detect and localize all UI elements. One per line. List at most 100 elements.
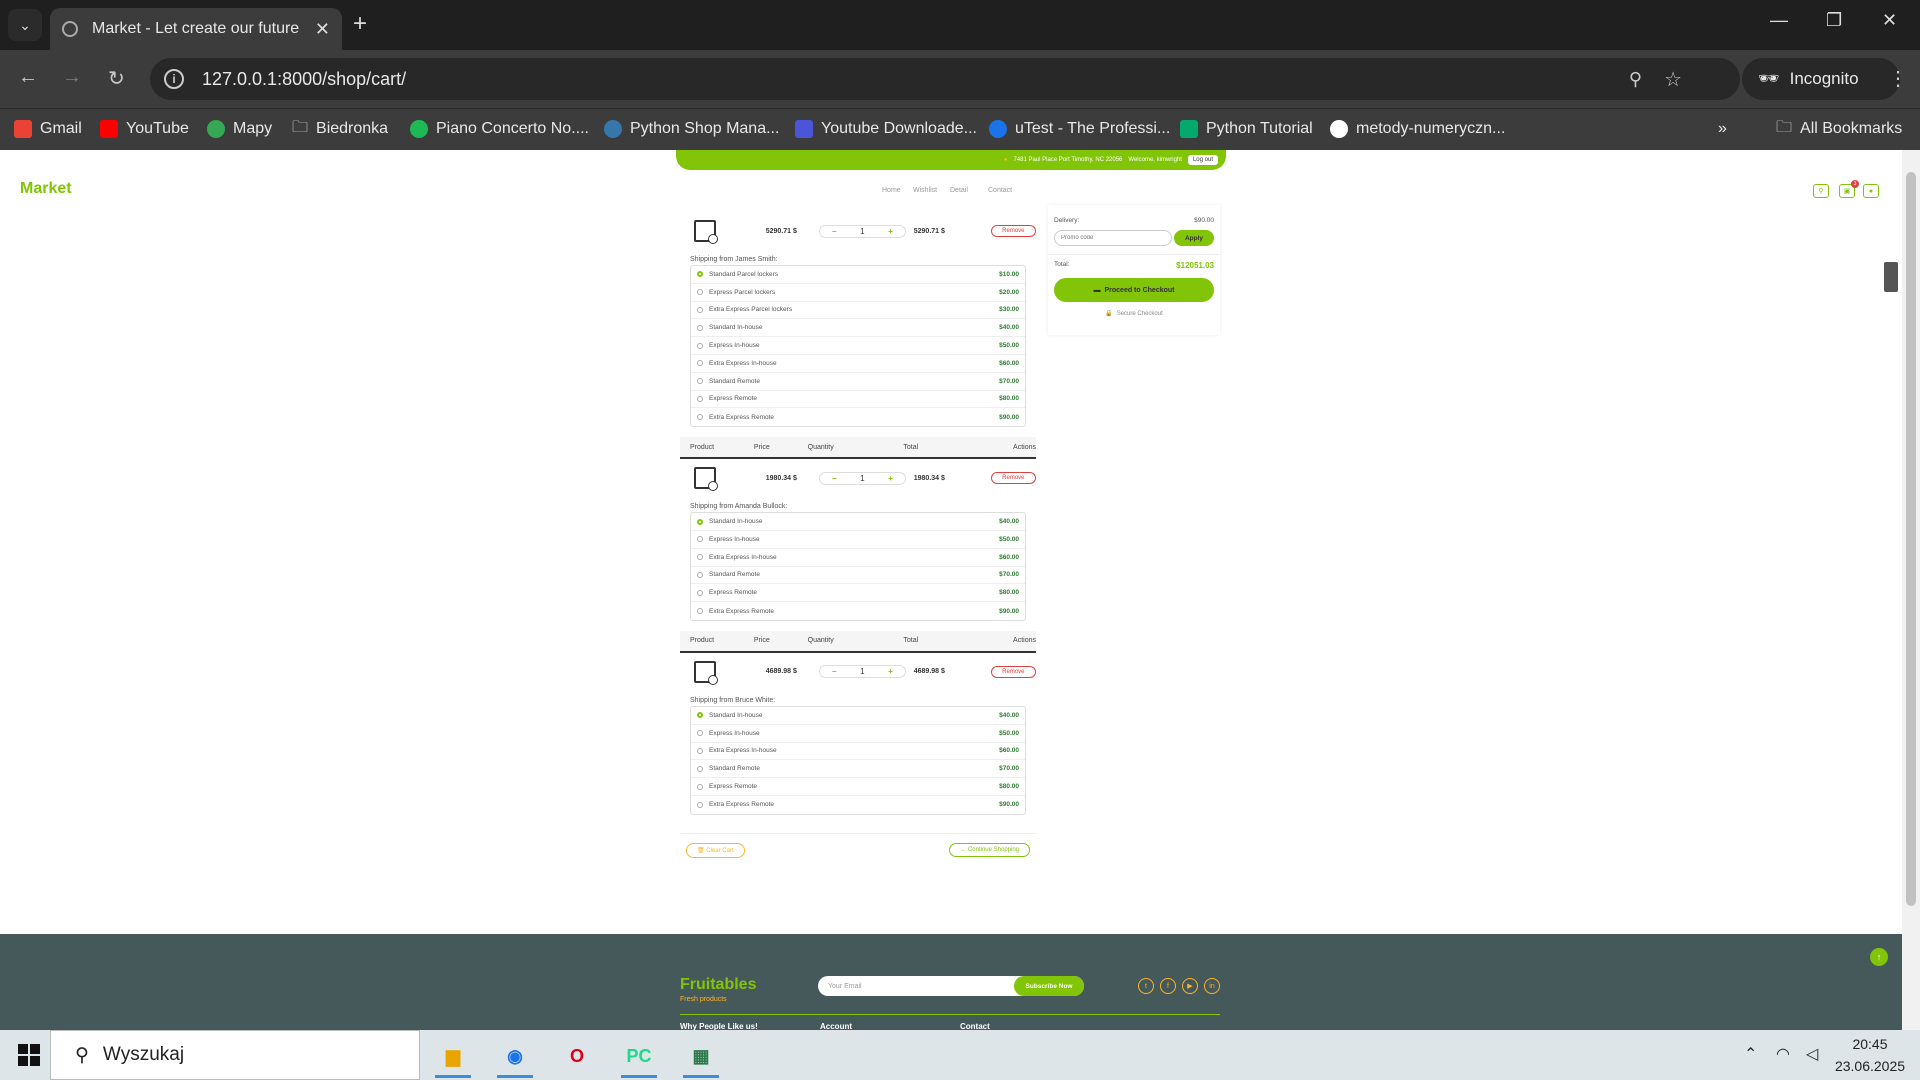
shipping-option[interactable]: Express In-house $50.00 — [691, 725, 1025, 743]
shipping-option[interactable]: Standard Remote $70.00 — [691, 373, 1025, 391]
back-icon[interactable]: ← — [18, 66, 38, 89]
nav-wishlist[interactable]: Wishlist — [913, 187, 937, 194]
bookmark-star-icon[interactable]: ☆ — [1664, 67, 1682, 92]
tab-active[interactable]: Market - Let create our future ✕ — [50, 8, 342, 50]
radio-button[interactable] — [697, 360, 703, 367]
radio-button[interactable] — [697, 414, 703, 421]
promo-code-input[interactable] — [1054, 230, 1172, 246]
bookmark-piano[interactable]: Piano Concerto No.... — [410, 116, 589, 142]
radio-button[interactable] — [697, 271, 703, 278]
spreadsheet-icon[interactable]: ▦ — [680, 1036, 722, 1078]
minus-icon[interactable]: − — [832, 667, 837, 676]
restore-button[interactable]: ❐ — [1826, 10, 1842, 31]
bookmark-utest[interactable]: uTest - The Professi... — [989, 116, 1170, 142]
plus-icon[interactable]: + — [888, 227, 893, 236]
radio-button[interactable] — [697, 306, 703, 313]
shipping-option[interactable]: Extra Express In-house $60.00 — [691, 743, 1025, 761]
radio-button[interactable] — [697, 342, 703, 349]
shipping-option[interactable]: Extra Express Remote $90.00 — [691, 602, 1025, 620]
menu-icon[interactable]: ⋮ — [1888, 66, 1908, 91]
bookmark-metody[interactable]: metody-numeryczn... — [1330, 116, 1505, 142]
bookmark-youtube-downloader[interactable]: Youtube Downloade... — [795, 116, 977, 142]
volume-icon[interactable]: ◁ — [1806, 1044, 1818, 1064]
radio-button[interactable] — [697, 765, 703, 772]
radio-button[interactable] — [697, 712, 703, 719]
debug-toolbar-tab[interactable] — [1884, 262, 1898, 292]
shipping-option[interactable]: Express Remote $80.00 — [691, 778, 1025, 796]
clock-date[interactable]: 23.06.2025 — [1834, 1058, 1906, 1074]
shipping-option[interactable]: Extra Express In-house $60.00 — [691, 549, 1025, 567]
quantity-stepper[interactable]: −1 + — [818, 224, 906, 238]
youtube-icon[interactable]: ▶ — [1182, 978, 1198, 994]
shipping-option[interactable]: Express In-house $50.00 — [691, 531, 1025, 549]
shipping-option[interactable]: Standard Remote $70.00 — [691, 567, 1025, 585]
close-tab-icon[interactable]: ✕ — [315, 19, 330, 40]
bookmark-youtube[interactable]: YouTube — [100, 116, 189, 142]
reload-icon[interactable]: ↻ — [108, 66, 125, 91]
proceed-to-checkout-button[interactable]: ▬ Proceed to Checkout — [1054, 278, 1214, 302]
quantity-stepper[interactable]: −1 + — [818, 665, 906, 679]
zoom-icon[interactable]: ⚲ — [1629, 69, 1642, 90]
apply-button[interactable]: Apply — [1174, 230, 1214, 246]
chrome-icon[interactable]: ◉ — [494, 1036, 536, 1078]
radio-button[interactable] — [697, 747, 703, 754]
back-to-top-icon[interactable]: ↑ — [1870, 948, 1888, 966]
radio-button[interactable] — [697, 554, 703, 561]
radio-button[interactable] — [697, 783, 703, 790]
shipping-option[interactable]: Extra Express Remote $90.00 — [691, 796, 1025, 814]
shipping-option[interactable]: Extra Express In-house $60.00 — [691, 355, 1025, 373]
remove-button[interactable]: Remove — [990, 225, 1037, 237]
twitter-icon[interactable]: t — [1138, 978, 1154, 994]
radio-button[interactable] — [697, 518, 703, 525]
opera-icon[interactable]: O — [556, 1036, 598, 1076]
radio-button[interactable] — [697, 589, 703, 596]
bookmark-biedronka[interactable]: 🗀 Biedronka — [292, 116, 388, 142]
shipping-option[interactable]: Standard Parcel lockers $10.00 — [691, 266, 1025, 284]
nav-detail[interactable]: Detail — [950, 187, 968, 194]
plus-icon[interactable]: + — [888, 474, 893, 483]
radio-button[interactable] — [697, 801, 703, 808]
subscribe-button[interactable]: Subscribe Now — [1014, 976, 1084, 996]
facebook-icon[interactable]: f — [1160, 978, 1176, 994]
shipping-option[interactable]: Express In-house $50.00 — [691, 337, 1025, 355]
brand-logo[interactable]: Market — [20, 180, 72, 198]
radio-button[interactable] — [697, 324, 703, 331]
radio-button[interactable] — [697, 730, 703, 737]
bookmark-python-tutorial[interactable]: Python Tutorial — [1180, 116, 1313, 142]
plus-icon[interactable]: + — [888, 667, 893, 676]
user-icon[interactable]: ● — [1863, 184, 1879, 198]
radio-button[interactable] — [697, 378, 703, 385]
radio-button[interactable] — [697, 571, 703, 578]
bookmark-gmail[interactable]: Gmail — [14, 116, 82, 142]
shipping-option[interactable]: Extra Express Parcel lockers $30.00 — [691, 302, 1025, 320]
logout-button[interactable]: Log out — [1187, 155, 1218, 165]
radio-button[interactable] — [697, 395, 703, 402]
shipping-option[interactable]: Standard Remote $70.00 — [691, 760, 1025, 779]
shipping-option[interactable]: Standard In-house $40.00 — [691, 319, 1025, 338]
search-icon[interactable]: ⚲ — [1813, 184, 1829, 198]
windows-start-icon[interactable] — [18, 1044, 40, 1066]
all-bookmarks[interactable]: 🗀 All Bookmarks — [1776, 116, 1902, 142]
shipping-option[interactable]: Extra Express Remote $90.00 — [691, 408, 1025, 426]
close-window-button[interactable]: ✕ — [1882, 10, 1897, 31]
radio-button[interactable] — [697, 536, 703, 543]
remove-button[interactable]: Remove — [990, 665, 1037, 678]
pycharm-icon[interactable]: PC — [618, 1036, 660, 1078]
clear-cart-button[interactable]: 🗑 Clear Cart — [686, 842, 745, 858]
incognito-badge[interactable]: 🕶 Incognito — [1742, 58, 1900, 100]
bookmark-python-shop[interactable]: Python Shop Mana... — [604, 116, 779, 142]
address-bar[interactable]: i 127.0.0.1:8000/shop/cart/ ⚲ ☆ — [150, 58, 1740, 100]
bookmark-mapy[interactable]: Mapy — [207, 116, 272, 142]
clock-time[interactable]: 20:45 — [1834, 1036, 1906, 1052]
scrollbar-thumb[interactable] — [1906, 172, 1916, 906]
shipping-option[interactable]: Express Remote $80.00 — [691, 391, 1025, 409]
quantity-stepper[interactable]: −1 + — [818, 471, 906, 485]
chevron-up-icon[interactable]: ⌃ — [1744, 1044, 1757, 1064]
shipping-option[interactable]: Express Parcel lockers $20.00 — [691, 284, 1025, 302]
forward-icon[interactable]: → — [62, 66, 82, 89]
file-explorer-icon[interactable]: ▆ — [432, 1036, 474, 1078]
radio-button[interactable] — [697, 608, 703, 615]
nav-contact[interactable]: Contact — [988, 187, 1012, 194]
more-bookmarks-icon[interactable]: » — [1718, 116, 1727, 142]
taskbar-search[interactable]: ⚲ Wyszukaj — [50, 1030, 420, 1080]
